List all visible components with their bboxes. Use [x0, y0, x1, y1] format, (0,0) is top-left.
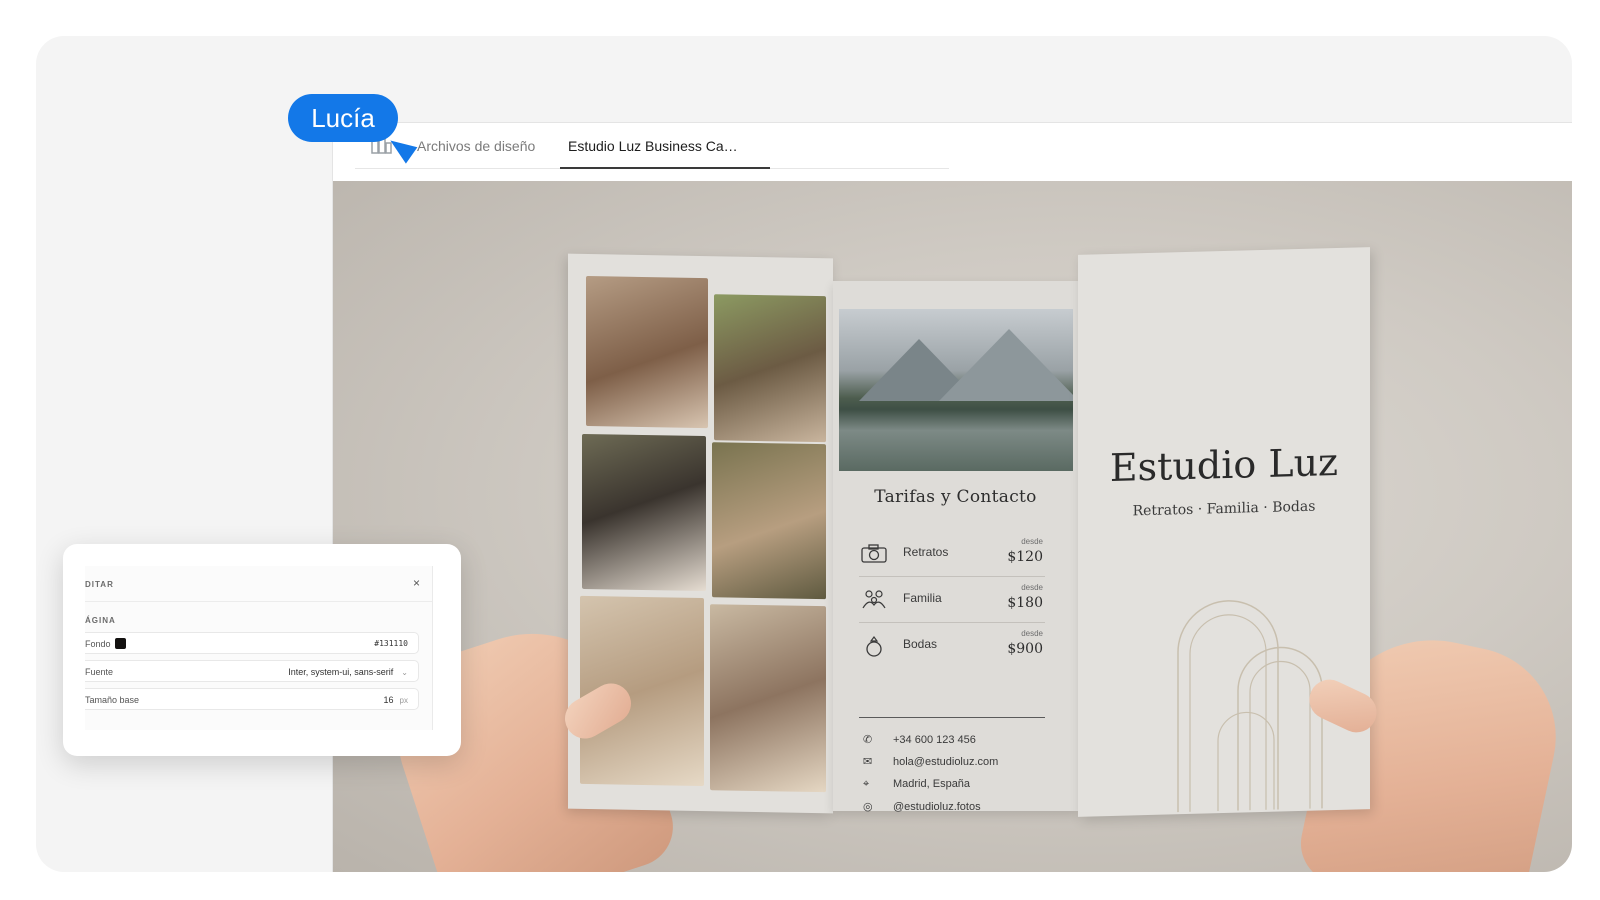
portrait-photo: [586, 276, 708, 429]
mountain-lake-photo: [839, 309, 1073, 471]
contact-phone: ✆ +34 600 123 456: [863, 734, 976, 746]
design-canvas[interactable]: Tarifas y Contacto Retratos desde $120 F…: [333, 181, 1572, 872]
tab-estudio-luz-business-card[interactable]: Estudio Luz Business Ca…: [560, 123, 770, 169]
background-color-field[interactable]: Fondo #131110: [85, 632, 419, 654]
rate-from: desde: [1021, 583, 1043, 592]
contact-email: ✉ hola@estudioluz.com: [863, 756, 999, 768]
rate-from: desde: [1021, 629, 1043, 638]
edit-properties-panel: DITAR × ÁGINA Fondo #131110 Fuente Inter…: [63, 544, 461, 756]
brochure-cover-panel[interactable]: Estudio Luz Retratos · Familia · Bodas: [1078, 247, 1370, 817]
contact-location: ⌖ Madrid, España: [863, 778, 971, 790]
mail-icon: ✉: [863, 756, 873, 768]
family-photo: [714, 294, 826, 443]
rate-row-weddings: Bodas desde $900: [859, 623, 1045, 669]
rate-price: $120: [1007, 549, 1043, 565]
instagram-icon: ◎: [863, 801, 873, 813]
couple-photo: [710, 604, 826, 793]
rate-name: Familia: [903, 591, 942, 605]
base-size-input[interactable]: Tamaño base 16 px: [85, 688, 419, 710]
contacts-divider: [859, 717, 1045, 718]
close-icon[interactable]: ×: [413, 576, 420, 590]
editor-window: Archivos de diseño Estudio Luz Business …: [332, 122, 1572, 872]
phone-icon: ✆: [863, 734, 873, 746]
studio-services: Retratos · Familia · Bodas: [1132, 498, 1316, 520]
page-section-label: ÁGINA: [85, 616, 116, 625]
rate-row-family: Familia desde $180: [859, 577, 1045, 623]
wedding-photo: [582, 433, 706, 592]
rate-name: Retratos: [903, 545, 949, 559]
chevron-down-icon: ⌄: [401, 668, 408, 677]
edit-panel-title: DITAR: [85, 580, 114, 589]
rate-price: $180: [1007, 595, 1043, 611]
contact-instagram: ◎ @estudioluz.fotos: [863, 801, 981, 813]
maternity-photo: [712, 442, 826, 600]
rates-heading: Tarifas y Contacto: [874, 487, 1037, 507]
brochure-rates-panel[interactable]: Tarifas y Contacto Retratos desde $120 F…: [833, 281, 1078, 813]
font-family-select[interactable]: Fuente Inter, system-ui, sans-serif ⌄: [85, 660, 419, 682]
rate-row-portraits: Retratos desde $120: [859, 531, 1045, 577]
rate-from: desde: [1021, 537, 1043, 546]
studio-name: Estudio Luz: [1109, 440, 1339, 490]
rate-name: Bodas: [903, 637, 938, 651]
edit-panel-body: DITAR × ÁGINA Fondo #131110 Fuente Inter…: [85, 566, 433, 730]
tab-strip: Archivos de diseño Estudio Luz Business …: [355, 123, 949, 169]
family-icon: [861, 589, 886, 609]
camera-icon: [861, 543, 887, 563]
ring-icon: [861, 635, 885, 657]
rate-price: $900: [1007, 641, 1043, 657]
collaborator-cursor-label: Lucía: [288, 94, 398, 142]
color-swatch[interactable]: [115, 638, 126, 649]
brochure-photo-panel[interactable]: [568, 253, 833, 814]
edit-panel-header: DITAR ×: [85, 566, 432, 602]
tab-design-files[interactable]: Archivos de diseño: [417, 123, 535, 169]
tab-bar: Archivos de diseño Estudio Luz Business …: [333, 123, 1572, 181]
location-pin-icon: ⌖: [863, 778, 870, 790]
